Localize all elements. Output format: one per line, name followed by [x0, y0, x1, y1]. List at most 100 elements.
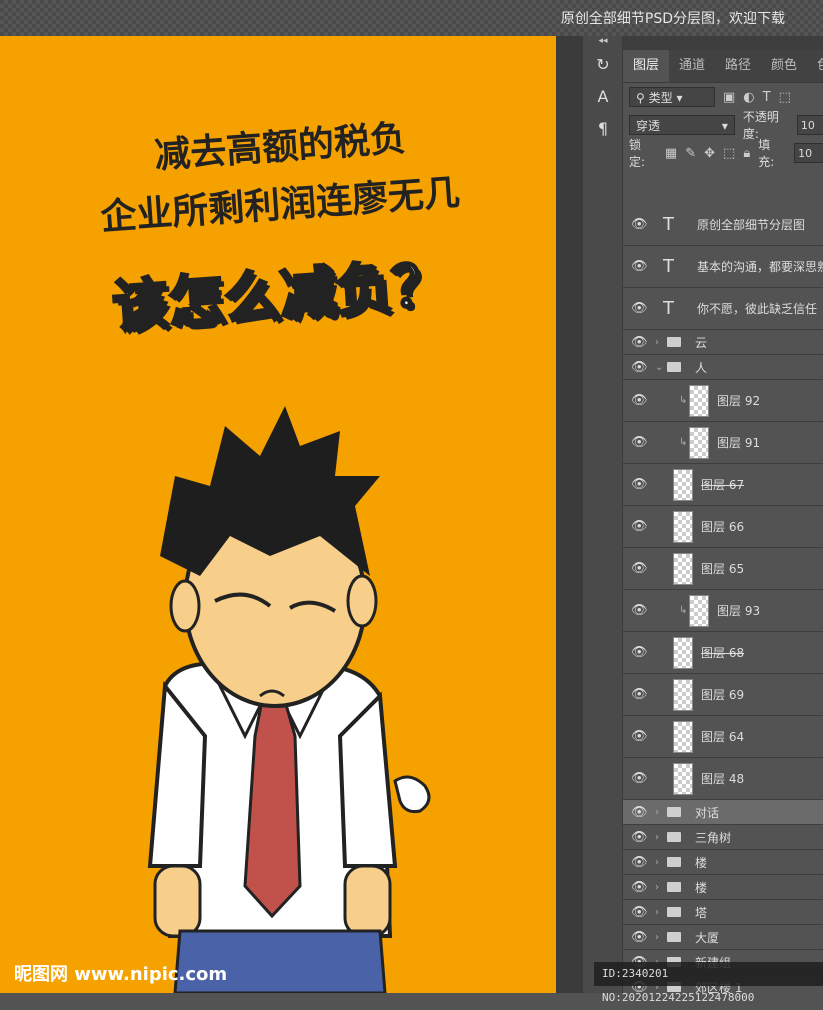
layer-name: 图层 92: [717, 394, 761, 408]
layer-name: 楼: [695, 855, 708, 870]
chevron-down-icon[interactable]: ⌄: [655, 362, 663, 373]
layer-row[interactable]: 👁︎ 图层 69: [623, 674, 823, 716]
visibility-eye-icon[interactable]: 👁︎: [631, 880, 648, 895]
collapse-arrows-icon[interactable]: ◂◂: [583, 36, 623, 46]
tab-channels[interactable]: 通道: [669, 50, 715, 82]
layer-row[interactable]: 👁︎ › 楼: [623, 875, 823, 900]
layer-row[interactable]: 👁︎ 图层 68: [623, 632, 823, 674]
visibility-eye-icon[interactable]: 👁︎: [631, 393, 648, 408]
id-tag: ID:2340201 NO:20201224225122478000: [594, 962, 823, 1004]
fill-input[interactable]: 10: [794, 143, 823, 163]
layer-row[interactable]: 👁︎ T 你不愿，彼此缺乏信任: [623, 288, 823, 330]
chevron-right-icon[interactable]: ›: [655, 337, 659, 348]
visibility-eye-icon[interactable]: 👁︎: [631, 771, 648, 786]
layer-row[interactable]: 👁︎ 图层 66: [623, 506, 823, 548]
visibility-eye-icon[interactable]: 👁︎: [631, 435, 648, 450]
chevron-down-icon: ▾: [721, 119, 728, 133]
text-filter-icon[interactable]: T: [763, 90, 771, 105]
layer-row[interactable]: 👁︎ › 塔: [623, 900, 823, 925]
blend-row: 穿透 ▾ 不透明度: 10: [623, 110, 823, 141]
layer-row[interactable]: 👁︎ ⌄ 人: [623, 355, 823, 380]
visibility-eye-icon[interactable]: 👁︎: [631, 603, 648, 618]
clipping-mask-icon: ↳: [679, 437, 688, 448]
lock-paint-icon[interactable]: ✎: [685, 146, 696, 161]
layer-name: 基本的沟通，都要深思熟: [697, 260, 823, 274]
visibility-eye-icon[interactable]: 👁︎: [631, 335, 648, 350]
folder-icon: [667, 832, 681, 842]
filter-row: ⚲ 类型 ▾ ▣ ◐ T ⬚: [623, 83, 823, 111]
lock-all-icon[interactable]: 🔒︎: [743, 146, 750, 161]
cartoon-man-illustration: [147, 406, 431, 993]
visibility-eye-icon[interactable]: 👁︎: [631, 805, 648, 820]
visibility-eye-icon[interactable]: 👁︎: [631, 729, 648, 744]
lock-label: 锁定:: [629, 138, 646, 169]
layer-thumbnail: [673, 762, 693, 795]
visibility-eye-icon[interactable]: 👁︎: [631, 905, 648, 920]
layer-row[interactable]: 👁︎ ↳ 图层 91: [623, 422, 823, 464]
text-layer-icon: T: [663, 298, 674, 319]
visibility-eye-icon[interactable]: 👁︎: [631, 561, 648, 576]
visibility-eye-icon[interactable]: 👁︎: [631, 477, 648, 492]
top-bar: 原创全部细节PSD分层图，欢迎下载: [0, 0, 823, 36]
watermark-logo: 昵图网 www.nipic.com: [14, 964, 228, 985]
top-caption: 原创全部细节PSD分层图，欢迎下载: [560, 11, 785, 27]
layer-thumbnail: [689, 594, 709, 627]
document-canvas[interactable]: 减去高额的税负 企业所剩利润连廖无几 该怎么减负？ 昵图网 www.nipic.…: [0, 36, 560, 993]
chevron-right-icon[interactable]: ›: [655, 932, 659, 943]
layer-name: 图层 91: [717, 436, 761, 450]
lock-transparent-icon[interactable]: ▦: [665, 146, 677, 161]
layer-list: 👁︎ T 原创全部细节分层图 👁︎ T 基本的沟通，都要深思熟 👁︎ T 你不愿，彼此缺乏信任 👁…: [623, 204, 823, 993]
layer-row[interactable]: 👁︎ › 大厦: [623, 925, 823, 950]
lock-move-icon[interactable]: ✥: [704, 146, 715, 161]
visibility-eye-icon[interactable]: 👁︎: [631, 687, 648, 702]
chevron-right-icon[interactable]: ›: [655, 807, 659, 818]
layer-name: 图层 69: [701, 688, 745, 702]
visibility-eye-icon[interactable]: 👁︎: [631, 930, 648, 945]
layer-row[interactable]: 👁︎ T 原创全部细节分层图: [623, 204, 823, 246]
tab-layers[interactable]: 图层: [623, 50, 670, 82]
adjustment-filter-icon[interactable]: ◐: [743, 90, 754, 105]
chevron-right-icon[interactable]: ›: [655, 857, 659, 868]
visibility-eye-icon[interactable]: 👁︎: [631, 360, 648, 375]
folder-icon: [667, 362, 681, 372]
layer-row[interactable]: 👁︎ 图层 65: [623, 548, 823, 590]
panel-toolstrip: ◂◂ ↻ A ¶: [582, 36, 623, 993]
blend-mode-select[interactable]: 穿透 ▾: [629, 115, 735, 135]
layer-row[interactable]: 👁︎ 图层 48: [623, 758, 823, 800]
shape-filter-icon[interactable]: ⬚: [779, 90, 791, 105]
visibility-eye-icon[interactable]: 👁︎: [631, 301, 648, 316]
layer-row[interactable]: 👁︎ ↳ 图层 92: [623, 380, 823, 422]
layers-panel: 图层 通道 路径 颜色 色 ⚲ 类型 ▾ ▣ ◐ T ⬚ 穿透 ▾ 不透明度: …: [622, 36, 823, 993]
layer-row[interactable]: 👁︎ T 基本的沟通，都要深思熟: [623, 246, 823, 288]
tab-paths[interactable]: 路径: [715, 50, 761, 82]
layer-row[interactable]: 👁︎ › 云: [623, 330, 823, 355]
lock-artboard-icon[interactable]: ⬚: [723, 146, 735, 161]
tab-swatches[interactable]: 色: [807, 50, 823, 82]
layer-row[interactable]: 👁︎ › 三角树: [623, 825, 823, 850]
visibility-eye-icon[interactable]: 👁︎: [631, 830, 648, 845]
layer-row[interactable]: 👁︎ 图层 67: [623, 464, 823, 506]
visibility-eye-icon[interactable]: 👁︎: [631, 855, 648, 870]
visibility-eye-icon[interactable]: 👁︎: [631, 519, 648, 534]
folder-icon: [667, 857, 681, 867]
filter-kind-select[interactable]: ⚲ 类型 ▾: [629, 87, 715, 107]
layer-row[interactable]: 👁︎ 图层 64: [623, 716, 823, 758]
layer-thumbnail: [673, 552, 693, 585]
layer-row[interactable]: 👁︎ › 对话: [623, 800, 823, 825]
layer-row[interactable]: 👁︎ ↳ 图层 93: [623, 590, 823, 632]
history-icon[interactable]: ↻: [589, 52, 617, 78]
visibility-eye-icon[interactable]: 👁︎: [631, 217, 648, 232]
tab-color[interactable]: 颜色: [761, 50, 807, 82]
visibility-eye-icon[interactable]: 👁︎: [631, 645, 648, 660]
layer-row[interactable]: 👁︎ › 楼: [623, 850, 823, 875]
paragraph-icon[interactable]: ¶: [589, 116, 617, 142]
chevron-right-icon[interactable]: ›: [655, 832, 659, 843]
image-filter-icon[interactable]: ▣: [723, 90, 735, 105]
clipping-mask-icon: ↳: [679, 395, 688, 406]
opacity-input[interactable]: 10: [796, 115, 823, 135]
layer-name: 塔: [695, 905, 708, 920]
visibility-eye-icon[interactable]: 👁︎: [631, 259, 648, 274]
character-icon[interactable]: A: [589, 84, 617, 110]
chevron-right-icon[interactable]: ›: [655, 907, 659, 918]
chevron-right-icon[interactable]: ›: [655, 882, 659, 893]
